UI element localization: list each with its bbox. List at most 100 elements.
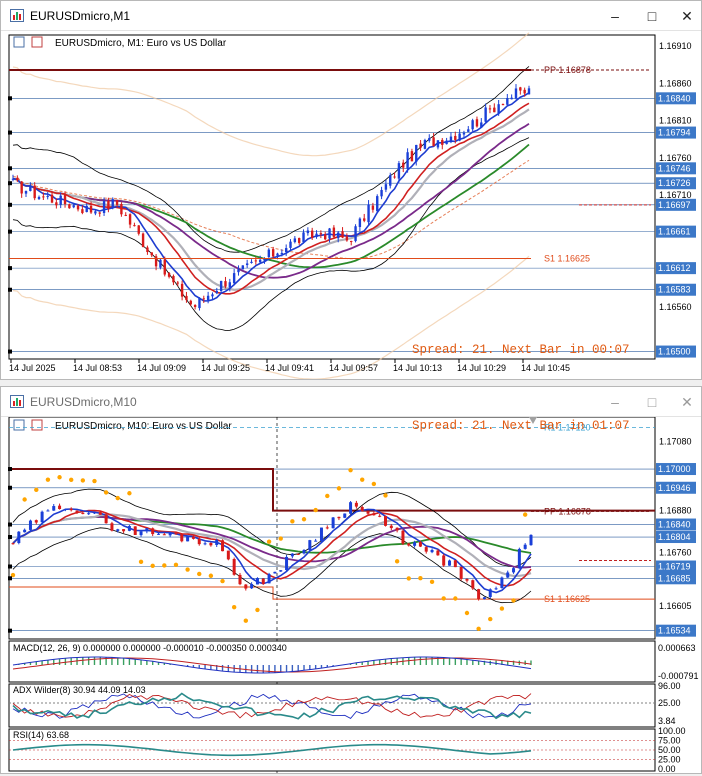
- candle-body: [226, 550, 230, 560]
- candle-body: [332, 227, 336, 237]
- rsi-scale: 75.00: [658, 736, 681, 746]
- spread-info: Spread: 21. Next Bar in 01:07: [412, 419, 630, 433]
- minimize-icon[interactable]: –: [603, 6, 627, 26]
- candle-body: [40, 511, 44, 523]
- titlebar-m10[interactable]: EURUSDmicro,M10 – □ ✕: [1, 387, 701, 417]
- macd-scale: -0.000791: [658, 671, 699, 681]
- chart-window-icon: [13, 36, 25, 48]
- candle-body: [477, 589, 481, 600]
- candle-body: [159, 259, 162, 268]
- candle-body: [157, 533, 161, 535]
- line-handle[interactable]: [8, 576, 12, 581]
- sar-dot: [266, 539, 272, 544]
- plot-area-m1: [8, 34, 656, 360]
- sar-dot: [453, 596, 458, 601]
- candle-body: [293, 238, 297, 243]
- candle-body: [124, 214, 127, 216]
- price-chart-m10[interactable]: EURUSDmicro, M10: Euro vs US Dollar R1 1.…: [1, 416, 701, 774]
- window-title: EURUSDmicro,M1: [30, 9, 131, 23]
- price-axis-label: 1.16880: [659, 506, 692, 516]
- line-handle[interactable]: [8, 287, 12, 292]
- candle-body: [310, 230, 314, 238]
- maximize-icon[interactable]: □: [640, 6, 664, 26]
- sar-dot: [406, 576, 411, 581]
- candle-body: [206, 295, 210, 301]
- candle-body: [389, 175, 392, 186]
- price-tag-label: 1.16583: [658, 285, 691, 295]
- candle-body: [46, 196, 49, 198]
- time-axis-label: 14 Jul 08:53: [73, 363, 122, 373]
- sar-dot: [243, 618, 249, 623]
- candle-body: [63, 509, 67, 511]
- candle-body: [89, 205, 93, 213]
- time-axis-label: 14 Jul 09:09: [137, 363, 186, 373]
- candle-body: [308, 540, 312, 551]
- sar-dot: [394, 559, 400, 564]
- candle-body: [471, 120, 474, 130]
- line-handle[interactable]: [8, 166, 12, 171]
- properties-icon: [31, 419, 43, 431]
- line-handle[interactable]: [8, 628, 12, 633]
- line-handle[interactable]: [8, 181, 12, 186]
- line-handle[interactable]: [8, 535, 12, 540]
- candle-body: [467, 129, 470, 132]
- candle-body: [133, 225, 136, 227]
- candle-body: [523, 89, 526, 94]
- line-handle[interactable]: [8, 96, 12, 101]
- line-handle[interactable]: [8, 229, 12, 234]
- candle-body: [423, 139, 427, 149]
- candle-body: [432, 137, 435, 147]
- line-handle[interactable]: [8, 349, 12, 354]
- candle-body: [506, 98, 509, 105]
- candle-body: [350, 240, 353, 242]
- candle-body: [176, 282, 179, 284]
- candle-body: [279, 570, 283, 572]
- candle-body: [238, 574, 242, 585]
- candle-body: [448, 560, 452, 566]
- macd-label: MACD(12, 26, 9) 0.000000 0.000000 -0.000…: [13, 643, 287, 653]
- time-axis-label: 14 Jul 09:25: [201, 363, 250, 373]
- candle-body: [442, 555, 446, 566]
- candle-body: [424, 547, 428, 552]
- candle-body: [81, 513, 85, 515]
- adx-scale: 96.00: [658, 681, 681, 691]
- candle-body: [315, 233, 318, 238]
- sar-dot: [383, 493, 388, 498]
- candle-body: [180, 533, 184, 542]
- candle-body: [484, 107, 487, 122]
- minimize-icon[interactable]: –: [603, 392, 627, 412]
- candle-body: [189, 300, 192, 305]
- candle-body: [128, 214, 132, 225]
- chart-canvas-m1[interactable]: EURUSDmicro, M1: Euro vs US Dollar PP 1.1…: [1, 31, 701, 380]
- line-handle[interactable]: [8, 130, 12, 135]
- close-icon[interactable]: ✕: [675, 392, 699, 412]
- candle-body: [172, 275, 175, 283]
- close-icon[interactable]: ✕: [675, 6, 699, 26]
- line-handle[interactable]: [8, 564, 12, 569]
- candle-body: [406, 152, 409, 169]
- sar-dot: [522, 512, 528, 517]
- line-handle[interactable]: [8, 522, 12, 527]
- candle-body: [81, 209, 84, 214]
- time-axis-label: 14 Jul 10:45: [521, 363, 570, 373]
- titlebar-m1[interactable]: EURUSDmicro,M1 – □ ✕: [1, 1, 701, 31]
- candle-body: [480, 122, 483, 128]
- chart-window-m1[interactable]: EURUSDmicro,M1 – □ ✕ EURUSDmicro, M1: Eu…: [0, 0, 702, 380]
- candle-body: [324, 234, 327, 240]
- line-handle[interactable]: [8, 202, 12, 207]
- rsi-scale: 25.00: [658, 755, 681, 765]
- candle-body: [418, 542, 422, 547]
- candle-body: [458, 133, 461, 141]
- price-chart-m1[interactable]: EURUSDmicro, M1: Euro vs US Dollar PP 1.1…: [1, 31, 701, 380]
- line-handle[interactable]: [8, 485, 12, 490]
- line-handle[interactable]: [8, 266, 12, 271]
- chart-canvas-m10[interactable]: EURUSDmicro, M10: Euro vs US Dollar R1 1.…: [1, 416, 701, 774]
- candle-body: [393, 176, 396, 178]
- candle-body: [494, 588, 498, 590]
- candle-body: [407, 543, 411, 546]
- chart-window-m10[interactable]: EURUSDmicro,M10 – □ ✕ EURUSDmicro, M10: …: [0, 386, 702, 774]
- maximize-icon[interactable]: □: [640, 392, 664, 412]
- line-handle[interactable]: [8, 467, 12, 472]
- candle-body: [401, 530, 405, 544]
- candle-body: [141, 233, 145, 247]
